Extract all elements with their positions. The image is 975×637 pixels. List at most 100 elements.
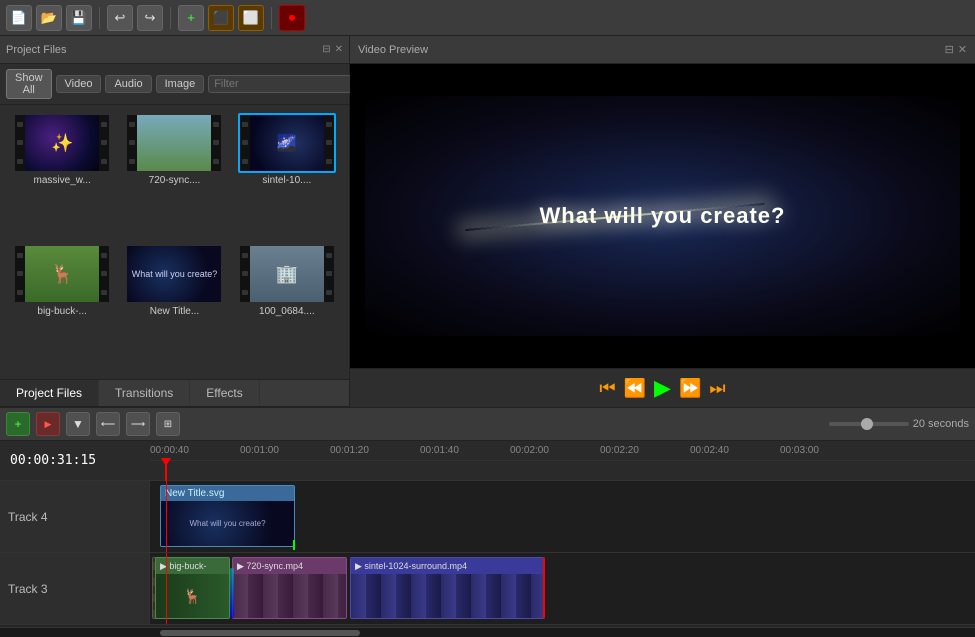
film-hole xyxy=(242,122,248,127)
filter-all-button[interactable]: Show All xyxy=(6,69,52,99)
media-label-buck: big-buck-... xyxy=(8,306,116,317)
clip-end-marker xyxy=(293,540,295,550)
zoom-slider[interactable] xyxy=(829,422,909,426)
film-strip-right xyxy=(324,246,334,302)
media-item-buck[interactable]: 🦌 big-buck-... xyxy=(8,244,116,371)
thumb-image-massive: ✨ xyxy=(15,115,109,171)
thumb-image-building: 🏢 xyxy=(240,246,334,302)
fast-forward-button[interactable]: ⏩ xyxy=(679,378,701,399)
import-button[interactable]: + xyxy=(178,5,204,31)
film-strip-left xyxy=(240,115,250,171)
playback-controls: ⏮ ⏪ ▶ ⏩ ⏭ xyxy=(350,368,975,407)
new-button[interactable]: 📄 xyxy=(6,5,32,31)
preview-text: What will you create? xyxy=(540,203,786,229)
film-hole xyxy=(17,140,23,145)
export-button[interactable]: ⬜ xyxy=(238,5,264,31)
jump-end-button[interactable]: ⏭ xyxy=(709,378,725,399)
track-4-row: Track 4 New Title.svg What will you crea… xyxy=(0,481,975,553)
film-strip-left xyxy=(240,246,250,302)
rewind-button[interactable]: ⏪ xyxy=(624,378,646,399)
zoom-label: 20 seconds xyxy=(913,418,969,430)
film-hole xyxy=(242,271,248,276)
timeline-scroll-thumb[interactable] xyxy=(160,630,360,636)
timecode-display: 00:00:31:15 xyxy=(10,453,96,468)
timeline-toolbar: + ▶ ▼ ⟵ ⟶ ⊞ 20 seconds xyxy=(0,407,975,441)
film-hole xyxy=(242,159,248,164)
film-strip-left xyxy=(15,115,25,171)
play-button[interactable]: ▶ xyxy=(654,375,671,401)
film-strip-right xyxy=(99,115,109,171)
left-panel: Project Files ⊟ ✕ Show All Video Audio I… xyxy=(0,36,350,407)
track-4-label: Track 4 xyxy=(0,481,150,552)
filter-bar: Show All Video Audio Image 🔧 xyxy=(0,64,349,105)
media-item-sintel[interactable]: 🌌 sintel-10.... xyxy=(233,113,341,240)
tab-transitions[interactable]: Transitions xyxy=(99,380,190,406)
preview-area: What will you create? xyxy=(350,64,975,368)
media-thumb-massive: ✨ xyxy=(13,113,111,173)
effects-button[interactable]: ⬛ xyxy=(208,5,234,31)
zoom-control: 20 seconds xyxy=(829,418,969,430)
media-thumb-sintel: 🌌 xyxy=(238,113,336,173)
record-button[interactable]: ⏺ xyxy=(279,5,305,31)
playhead-ruler xyxy=(165,461,167,481)
preview-header: Video Preview ⊟ ✕ xyxy=(350,36,975,64)
prev-marker-button[interactable]: ⟵ xyxy=(96,412,120,436)
close-icon[interactable]: ✕ xyxy=(335,44,343,55)
ruler-mark-5: 00:02:20 xyxy=(600,445,639,456)
playhead-track4 xyxy=(166,481,167,552)
filter-audio-button[interactable]: Audio xyxy=(105,75,151,93)
clip-720-sync[interactable]: ▶ 720-sync.mp4 xyxy=(232,557,347,619)
open-button[interactable]: 📂 xyxy=(36,5,62,31)
bottom-tabs: Project Files Transitions Effects xyxy=(0,379,349,407)
film-hole xyxy=(17,159,23,164)
film-hole xyxy=(242,253,248,258)
film-hole xyxy=(101,140,107,145)
media-label-title: New Title... xyxy=(120,306,228,317)
clip-sintel-body xyxy=(351,574,543,618)
header-controls: ⊟ ✕ xyxy=(322,44,343,55)
undo-button[interactable]: ↩ xyxy=(107,5,133,31)
filter-image-button[interactable]: Image xyxy=(156,75,205,93)
minimize-icon[interactable]: ⊟ xyxy=(322,44,330,55)
tab-project-files[interactable]: Project Files xyxy=(0,380,99,406)
save-button[interactable]: 💾 xyxy=(66,5,92,31)
media-label-massive: massive_w... xyxy=(8,175,116,186)
project-files-title: Project Files xyxy=(6,44,67,56)
film-hole xyxy=(326,122,332,127)
filter-video-button[interactable]: Video xyxy=(56,75,102,93)
film-hole xyxy=(17,290,23,295)
film-hole xyxy=(129,122,135,127)
film-hole xyxy=(101,159,107,164)
timeline-tracks: Track 4 New Title.svg What will you crea… xyxy=(0,481,975,627)
add-clip-button[interactable]: + xyxy=(6,412,30,436)
filter-timeline-button[interactable]: ▼ xyxy=(66,412,90,436)
transition-marker xyxy=(230,568,234,618)
clip-720-body xyxy=(233,574,346,618)
media-label-720: 720-sync.... xyxy=(120,175,228,186)
tab-effects[interactable]: Effects xyxy=(190,380,259,406)
track-3-label: Track 3 xyxy=(0,553,150,624)
film-hole xyxy=(101,253,107,258)
film-hole xyxy=(17,122,23,127)
next-marker-button[interactable]: ⟶ xyxy=(126,412,150,436)
media-item-title[interactable]: What will you create? New Title... xyxy=(120,244,228,371)
right-panel: Video Preview ⊟ ✕ What will you create? … xyxy=(350,36,975,407)
preview-minimize-icon[interactable]: ⊟ xyxy=(945,43,954,56)
film-hole xyxy=(242,290,248,295)
media-item-building[interactable]: 🏢 100_0684.... xyxy=(233,244,341,371)
media-item-720[interactable]: 720-sync.... xyxy=(120,113,228,240)
film-strip-right xyxy=(324,115,334,171)
media-item-massive[interactable]: ✨ massive_w... xyxy=(8,113,116,240)
redo-button[interactable]: ↪ xyxy=(137,5,163,31)
clip-sintel[interactable]: ▶ sintel-1024-surround.mp4 xyxy=(350,557,545,619)
filter-input[interactable] xyxy=(208,75,362,93)
title-clip[interactable]: New Title.svg What will you create? xyxy=(160,485,295,547)
remove-clip-button[interactable]: ▶ xyxy=(36,412,60,436)
film-hole xyxy=(17,253,23,258)
jump-start-button[interactable]: ⏮ xyxy=(599,378,615,399)
project-files-header: Project Files ⊟ ✕ xyxy=(0,36,349,64)
insert-button[interactable]: ⊞ xyxy=(156,412,180,436)
media-thumb-building: 🏢 xyxy=(238,244,336,304)
timeline-scrollbar[interactable] xyxy=(0,627,975,637)
preview-close-icon[interactable]: ✕ xyxy=(958,43,967,56)
